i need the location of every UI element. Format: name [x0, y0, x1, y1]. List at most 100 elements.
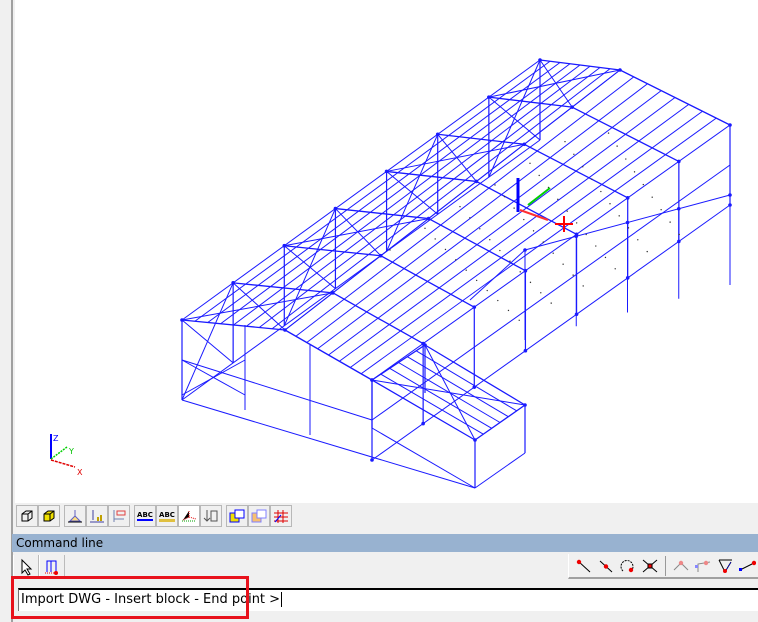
3d-model-viewport[interactable]: Z Y X [15, 0, 758, 503]
select-arrow-icon[interactable] [13, 555, 39, 579]
floor-point [499, 249, 501, 252]
floor-point [585, 233, 587, 236]
abc-label-solid-icon[interactable]: ABC [156, 505, 178, 527]
floor-point [604, 256, 607, 259]
import-list-icon[interactable] [200, 505, 222, 527]
wireframe-solid-icon[interactable] [16, 505, 38, 527]
node [523, 248, 527, 252]
insert-block-icon[interactable] [39, 555, 65, 579]
snap-intersection-icon[interactable] [639, 555, 661, 577]
floor-point [529, 162, 531, 165]
purlin [233, 64, 581, 326]
floor-point [503, 195, 506, 198]
floor-point [660, 209, 662, 211]
node-display-icon[interactable] [178, 505, 200, 527]
floor-point [532, 230, 535, 232]
floor-point [389, 249, 391, 251]
snap-center-icon[interactable] [617, 555, 639, 577]
brace [371, 379, 526, 406]
left-panel-edge [0, 0, 13, 622]
floor-point [614, 268, 616, 270]
floor-point [607, 132, 610, 134]
node [728, 193, 732, 197]
structure-wireframe [180, 58, 732, 489]
snap-midpoint-icon[interactable] [595, 555, 617, 577]
node [676, 206, 681, 211]
floor-point [509, 260, 511, 262]
floor-point [424, 227, 426, 230]
purlin [415, 350, 517, 412]
view-toolbar: ABC ABC [15, 504, 758, 528]
purlin [194, 60, 551, 322]
girt [371, 164, 731, 421]
insert-point-y-axis [527, 187, 551, 206]
node [625, 220, 630, 225]
floor-point [538, 174, 540, 177]
purlin [284, 69, 621, 331]
floor-point [486, 289, 488, 292]
floor-point [564, 140, 566, 143]
snap-tangent-icon[interactable] [714, 555, 736, 577]
floor-point [552, 252, 554, 254]
abc-label-member-icon[interactable]: ABC [134, 505, 156, 527]
floor-point [497, 299, 499, 302]
girt [181, 359, 373, 421]
table-view-icon[interactable] [226, 505, 248, 527]
snap-perpendicular-icon[interactable] [692, 555, 714, 577]
floor-point [573, 153, 575, 155]
floor-point [489, 239, 491, 241]
floor-point [575, 222, 578, 224]
support-icon[interactable] [64, 505, 86, 527]
snap-endpoint-icon[interactable] [573, 555, 595, 577]
table-view-alt-icon[interactable] [248, 505, 270, 527]
floor-point [513, 207, 515, 209]
floor-point [642, 183, 645, 186]
floor-point [618, 215, 620, 217]
command-line-buttons [13, 555, 65, 579]
purlin [271, 68, 611, 330]
floor-point [475, 279, 478, 282]
floor-point [600, 190, 602, 193]
floor-point [637, 239, 639, 241]
load-diagram-icon[interactable] [86, 505, 108, 527]
command-line-header: Command line [12, 534, 758, 552]
base-beam [181, 399, 476, 489]
brace [386, 143, 525, 172]
floor-point [616, 145, 618, 147]
solid-render-icon[interactable] [38, 505, 60, 527]
purlin [380, 373, 484, 435]
floor-point [507, 309, 510, 312]
floor-point [609, 203, 611, 205]
floor-point [519, 271, 521, 273]
wall-brace [181, 282, 234, 401]
floor-point [540, 292, 542, 294]
brace [232, 282, 286, 331]
floor-point [550, 302, 552, 304]
floor-point [562, 263, 564, 265]
floor-point [542, 241, 545, 243]
member [424, 344, 526, 406]
grid-view-icon[interactable] [270, 505, 292, 527]
floor-point [494, 184, 496, 186]
purlin [295, 76, 635, 337]
floor-point [595, 245, 597, 247]
floor-point [633, 171, 636, 173]
member [371, 427, 476, 489]
snap-separator [664, 555, 667, 576]
floor-point [523, 218, 525, 221]
snap-apex-icon[interactable] [669, 555, 691, 577]
snap-nearest-icon[interactable] [736, 555, 758, 577]
node [574, 234, 579, 239]
floor-point [627, 227, 630, 229]
floor-point [459, 205, 461, 208]
floor-point [651, 196, 653, 198]
command-input[interactable]: Import DWG - Insert block - End point > [18, 588, 758, 611]
floor-point [669, 221, 671, 223]
floor-point [479, 228, 481, 230]
purlin [258, 67, 601, 328]
member [474, 452, 526, 489]
floor-point [582, 285, 584, 287]
result-diagram-icon[interactable] [108, 505, 130, 527]
floor-point [625, 158, 627, 160]
floor-point [678, 233, 680, 236]
